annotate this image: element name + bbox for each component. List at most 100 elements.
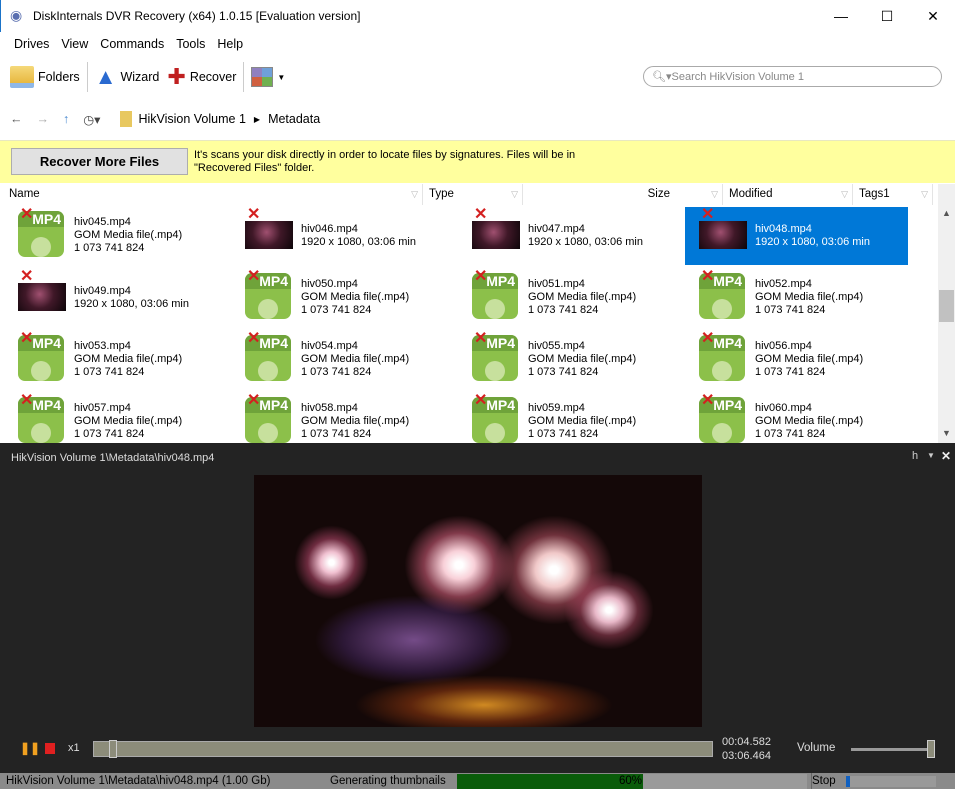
video-thumbnail <box>472 221 520 249</box>
seek-handle[interactable] <box>109 740 118 758</box>
preview-path: HikVision Volume 1\Metadata\hiv048.mp4 <box>11 452 215 464</box>
file-name: hiv048.mp4 <box>755 223 812 235</box>
back-arrow-icon[interactable]: ← <box>10 112 23 126</box>
volume-handle[interactable] <box>927 740 935 758</box>
column-type[interactable]: Type ▽ <box>423 184 523 205</box>
menu-drives[interactable]: Drives <box>0 34 57 54</box>
file-size: 1 073 741 824 <box>755 428 826 440</box>
close-preview-icon[interactable]: ✕ <box>941 449 951 463</box>
history-icon[interactable]: ◷▾ <box>83 112 100 127</box>
file-item[interactable]: MP4 ✕ hiv051.mp4 GOM Media file(.mp4) 1 073 … <box>472 269 696 327</box>
file-detail: GOM Media file(.mp4) <box>528 415 637 427</box>
file-name: hiv050.mp4 <box>301 278 358 290</box>
file-info: hiv058.mp4 GOM Media file(.mp4) 1 073 741 … <box>301 402 409 441</box>
stop-button[interactable] <box>45 743 55 754</box>
menu-view[interactable]: View <box>57 34 96 54</box>
file-size: 1 073 741 824 <box>74 428 145 440</box>
view-mode-button[interactable]: ▼ <box>247 67 289 87</box>
wizard-label: Wizard <box>120 70 160 84</box>
video-frame <box>254 475 702 727</box>
scroll-down-icon[interactable]: ▼ <box>942 428 951 438</box>
file-item[interactable]: MP4 ✕ hiv045.mp4 GOM Media file(.mp4) 1 073 … <box>18 207 242 265</box>
file-info: hiv052.mp4 GOM Media file(.mp4) 1 073 741 … <box>755 278 863 317</box>
file-item[interactable]: MP4 ✕ hiv054.mp4 GOM Media file(.mp4) 1 073 … <box>245 331 469 389</box>
dropdown-icon[interactable]: ▼ <box>927 451 935 460</box>
file-name: hiv045.mp4 <box>74 216 131 228</box>
file-item[interactable]: MP4 ✕ hiv055.mp4 GOM Media file(.mp4) 1 073 … <box>472 331 696 389</box>
scroll-up-icon[interactable]: ▲ <box>942 208 951 218</box>
close-button[interactable]: ✕ <box>910 0 955 32</box>
video-thumbnail <box>18 283 66 311</box>
menu-tools[interactable]: Tools <box>172 34 213 54</box>
filter-icon: ▽ <box>711 189 718 199</box>
speed-label[interactable]: x1 <box>68 742 80 754</box>
file-name: hiv051.mp4 <box>528 278 585 290</box>
folders-button[interactable]: Folders <box>6 66 84 88</box>
deleted-mark-icon: ✕ <box>20 392 34 409</box>
filter-icon: ▽ <box>841 189 848 199</box>
search-placeholder: Search HikVision Volume 1 <box>671 71 804 83</box>
menu-commands[interactable]: Commands <box>96 34 172 54</box>
scrollbar-thumb[interactable] <box>939 290 954 322</box>
file-info: hiv055.mp4 GOM Media file(.mp4) 1 073 741 … <box>528 340 636 379</box>
navigation-bar: ← → ↑ ◷▾ HikVision Volume 1 ▶ Metadata <box>10 108 320 130</box>
file-item[interactable]: ✕ hiv047.mp4 1920 x 1080, 03:06 min <box>472 207 696 265</box>
wizard-button[interactable]: ▲ Wizard <box>91 64 164 90</box>
title-bar: ◉ DiskInternals DVR Recovery (x64) 1.0.1… <box>0 0 955 32</box>
wizard-hat-icon: ▲ <box>94 64 117 89</box>
recover-icon: ✚ <box>167 64 186 89</box>
forward-arrow-icon[interactable]: → <box>37 112 50 126</box>
file-item[interactable]: MP4 ✕ hiv059.mp4 GOM Media file(.mp4) 1 073 … <box>472 393 696 443</box>
file-item[interactable]: MP4 ✕ hiv060.mp4 GOM Media file(.mp4) 1 073 … <box>699 393 923 443</box>
file-name: hiv058.mp4 <box>301 402 358 414</box>
column-name[interactable]: Name ▽ <box>3 184 423 205</box>
file-item[interactable]: MP4 ✕ hiv058.mp4 GOM Media file(.mp4) 1 073 … <box>245 393 469 443</box>
menu-help[interactable]: Help <box>213 34 251 54</box>
column-size[interactable]: Size ▽ <box>523 184 723 205</box>
pause-button[interactable]: ❚❚ <box>20 741 40 755</box>
search-input[interactable]: 🔍︎▾Search HikVision Volume 1 <box>643 66 942 87</box>
up-arrow-icon[interactable]: ↑ <box>63 112 69 126</box>
volume-slider[interactable] <box>851 740 935 758</box>
file-detail: 1920 x 1080, 03:06 min <box>301 236 416 248</box>
video-thumbnail <box>699 221 747 249</box>
recover-more-files-button[interactable]: Recover More Files <box>11 148 188 175</box>
file-name: hiv046.mp4 <box>301 223 358 235</box>
file-item[interactable]: MP4 ✕ hiv053.mp4 GOM Media file(.mp4) 1 073 … <box>18 331 242 389</box>
file-item[interactable]: ✕ hiv046.mp4 1920 x 1080, 03:06 min <box>245 207 469 265</box>
breadcrumb-metadata[interactable]: Metadata <box>268 112 320 126</box>
pin-button[interactable]: h <box>912 450 918 462</box>
minimize-button[interactable]: — <box>818 0 864 32</box>
maximize-button[interactable]: ☐ <box>864 0 910 32</box>
stop-task-button[interactable]: Stop <box>811 773 836 789</box>
status-bar: HikVision Volume 1\Metadata\hiv048.mp4 (… <box>0 773 955 789</box>
file-size: 1 073 741 824 <box>74 366 145 378</box>
task-progress <box>846 776 936 787</box>
column-modified[interactable]: Modified ▽ <box>723 184 853 205</box>
file-info: hiv051.mp4 GOM Media file(.mp4) 1 073 741 … <box>528 278 636 317</box>
divider <box>86 62 88 92</box>
chevron-down-icon: ▼ <box>277 72 286 82</box>
file-info: hiv049.mp4 1920 x 1080, 03:06 min <box>74 285 189 311</box>
file-size: 1 073 741 824 <box>301 366 372 378</box>
seek-slider[interactable] <box>93 740 713 758</box>
file-item[interactable]: MP4 ✕ hiv050.mp4 GOM Media file(.mp4) 1 073 … <box>245 269 469 327</box>
file-item[interactable]: ✕ hiv048.mp4 1920 x 1080, 03:06 min <box>685 207 908 265</box>
file-detail: GOM Media file(.mp4) <box>755 291 864 303</box>
file-detail: 1920 x 1080, 03:06 min <box>74 298 189 310</box>
file-item[interactable]: ✕ hiv049.mp4 1920 x 1080, 03:06 min <box>18 269 242 327</box>
current-time: 00:04.582 <box>722 736 771 748</box>
file-name: hiv056.mp4 <box>755 340 812 352</box>
file-item[interactable]: MP4 ✕ hiv056.mp4 GOM Media file(.mp4) 1 073 … <box>699 331 923 389</box>
breadcrumb-volume[interactable]: HikVision Volume 1 <box>138 112 245 126</box>
file-info: hiv050.mp4 GOM Media file(.mp4) 1 073 741 … <box>301 278 409 317</box>
file-item[interactable]: MP4 ✕ hiv052.mp4 GOM Media file(.mp4) 1 073 … <box>699 269 923 327</box>
file-item[interactable]: MP4 ✕ hiv057.mp4 GOM Media file(.mp4) 1 073 … <box>18 393 242 443</box>
search-icon: 🔍︎▾ <box>652 71 672 83</box>
deleted-mark-icon: ✕ <box>701 206 715 223</box>
column-tags1[interactable]: Tags1 ▽ <box>853 184 933 205</box>
recover-button[interactable]: ✚ Recover <box>163 64 240 90</box>
column-header: Name ▽ Type ▽ Size ▽ Modified ▽ Tags1 ▽ <box>0 184 938 205</box>
file-detail: GOM Media file(.mp4) <box>301 291 410 303</box>
file-name: hiv060.mp4 <box>755 402 812 414</box>
